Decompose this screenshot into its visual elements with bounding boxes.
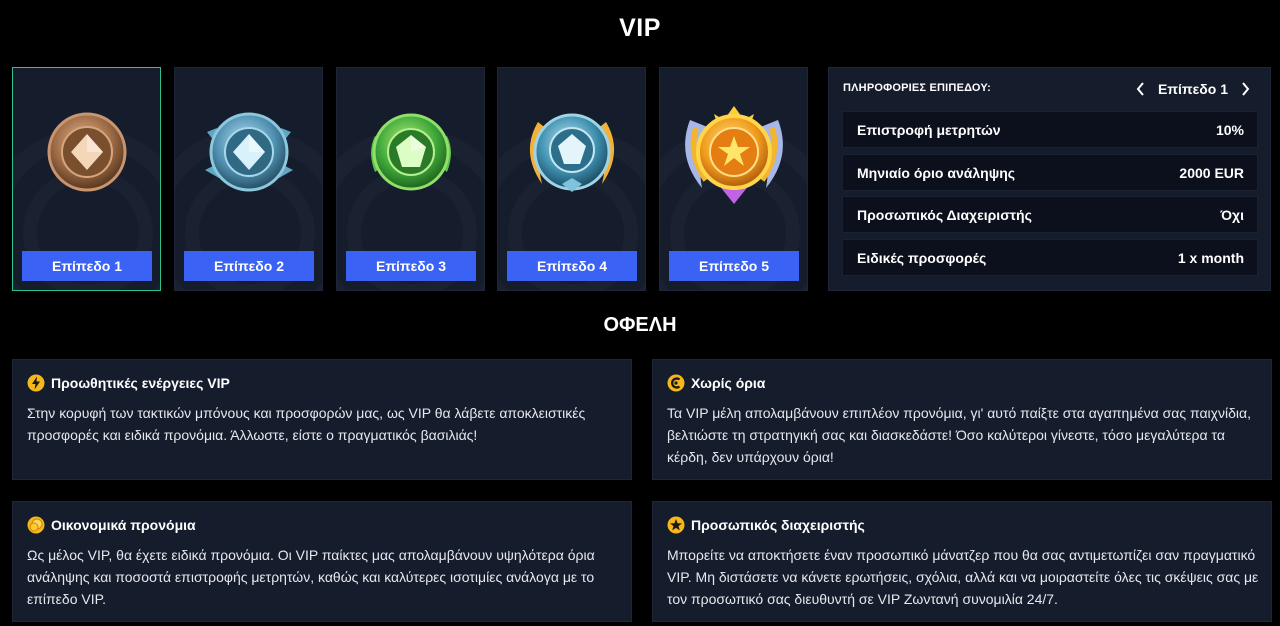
level-2-button[interactable]: Επίπεδο 2: [184, 251, 314, 281]
level-card-3[interactable]: Επίπεδο 3: [336, 67, 485, 291]
benefit-description: Ως μέλος VIP, θα έχετε ειδικά προνόμια. …: [27, 547, 595, 607]
level-1-button[interactable]: Επίπεδο 1: [22, 251, 152, 281]
benefit-description: Στην κορυφή των τακτικών μπόνους και προ…: [27, 405, 586, 443]
benefit-title: Οικονομικά προνόμια: [51, 517, 196, 533]
bronze-medal-icon: [47, 112, 126, 192]
info-row-value: 2000 EUR: [1179, 164, 1244, 181]
benefit-title: Προωθητικές ενέργειες VIP: [51, 375, 230, 391]
info-row-label: Μηνιαίο όριο ανάληψης: [857, 164, 1016, 181]
level-card-4[interactable]: Επίπεδο 4: [497, 67, 646, 291]
info-row-withdrawal-limit: Μηνιαίο όριο ανάληψης 2000 EUR: [842, 154, 1258, 191]
level-info-panel: ΠΛΗΡΟΦΟΡΙΕΣ ΕΠΙΠΕΔΟΥ: Επίπεδο 1 Επιστροφ…: [828, 67, 1271, 291]
benefit-card-financial: Οικονομικά προνόμια Ως μέλος VIP, θα έχε…: [12, 501, 632, 622]
benefit-title: Προσωπικός διαχειριστής: [691, 517, 865, 533]
no-limit-icon: [667, 374, 685, 392]
level-card-5[interactable]: Επίπεδο 5: [659, 67, 808, 291]
info-row-value: 1 x month: [1177, 249, 1244, 266]
info-row-cashback: Επιστροφή μετρητών 10%: [842, 111, 1258, 148]
benefit-description: Τα VIP μέλη απολαμβάνουν επιπλέον προνόμ…: [667, 405, 1252, 465]
benefit-card-personal-manager: Προσωπικός διαχειριστής Μπορείτε να αποκ…: [652, 501, 1272, 622]
chevron-left-icon[interactable]: [1134, 81, 1148, 97]
benefit-card-promotions: Προωθητικές ενέργειες VIP Στην κορυφή τω…: [12, 359, 632, 480]
info-row-special-offers: Ειδικές προσφορές 1 x month: [842, 239, 1258, 276]
info-row-label: Ειδικές προσφορές: [857, 249, 987, 266]
info-row-label: Επιστροφή μετρητών: [857, 121, 1001, 138]
benefit-description: Μπορείτε να αποκτήσετε έναν προσωπικό μά…: [667, 547, 1259, 607]
page-title: VIP: [619, 14, 661, 42]
golden-star-medal-icon: [684, 106, 783, 204]
info-row-value: Όχι: [1220, 206, 1245, 223]
level-info-heading: ΠΛΗΡΟΦΟΡΙΕΣ ΕΠΙΠΕΔΟΥ:: [843, 82, 991, 94]
level-4-button[interactable]: Επίπεδο 4: [507, 251, 637, 281]
emerald-medal-icon: [370, 113, 451, 191]
chevron-right-icon[interactable]: [1238, 81, 1252, 97]
info-row-label: Προσωπικός Διαχειριστής: [857, 206, 1032, 223]
steel-blue-medal-icon: [204, 112, 293, 192]
info-row-value: 10%: [1215, 121, 1244, 138]
benefits-title: ΟΦΕΛΗ: [603, 314, 677, 336]
lightning-icon: [27, 374, 45, 392]
star-icon: [667, 516, 685, 534]
benefit-title: Χωρίς όρια: [691, 375, 766, 391]
benefit-card-no-limits: Χωρίς όρια Τα VIP μέλη απολαμβάνουν επιπ…: [652, 359, 1272, 480]
level-5-button[interactable]: Επίπεδο 5: [669, 251, 799, 281]
info-row-personal-manager: Προσωπικός Διαχειριστής Όχι: [842, 196, 1258, 233]
level-switcher: Επίπεδο 1: [1134, 81, 1252, 97]
winged-blue-medal-icon: [529, 113, 614, 192]
level-card-1[interactable]: Επίπεδο 1: [12, 67, 161, 291]
coin-icon: [27, 516, 45, 534]
current-level-label: Επίπεδο 1: [1157, 81, 1228, 97]
level-card-2[interactable]: Επίπεδο 2: [174, 67, 323, 291]
level-3-button[interactable]: Επίπεδο 3: [346, 251, 476, 281]
